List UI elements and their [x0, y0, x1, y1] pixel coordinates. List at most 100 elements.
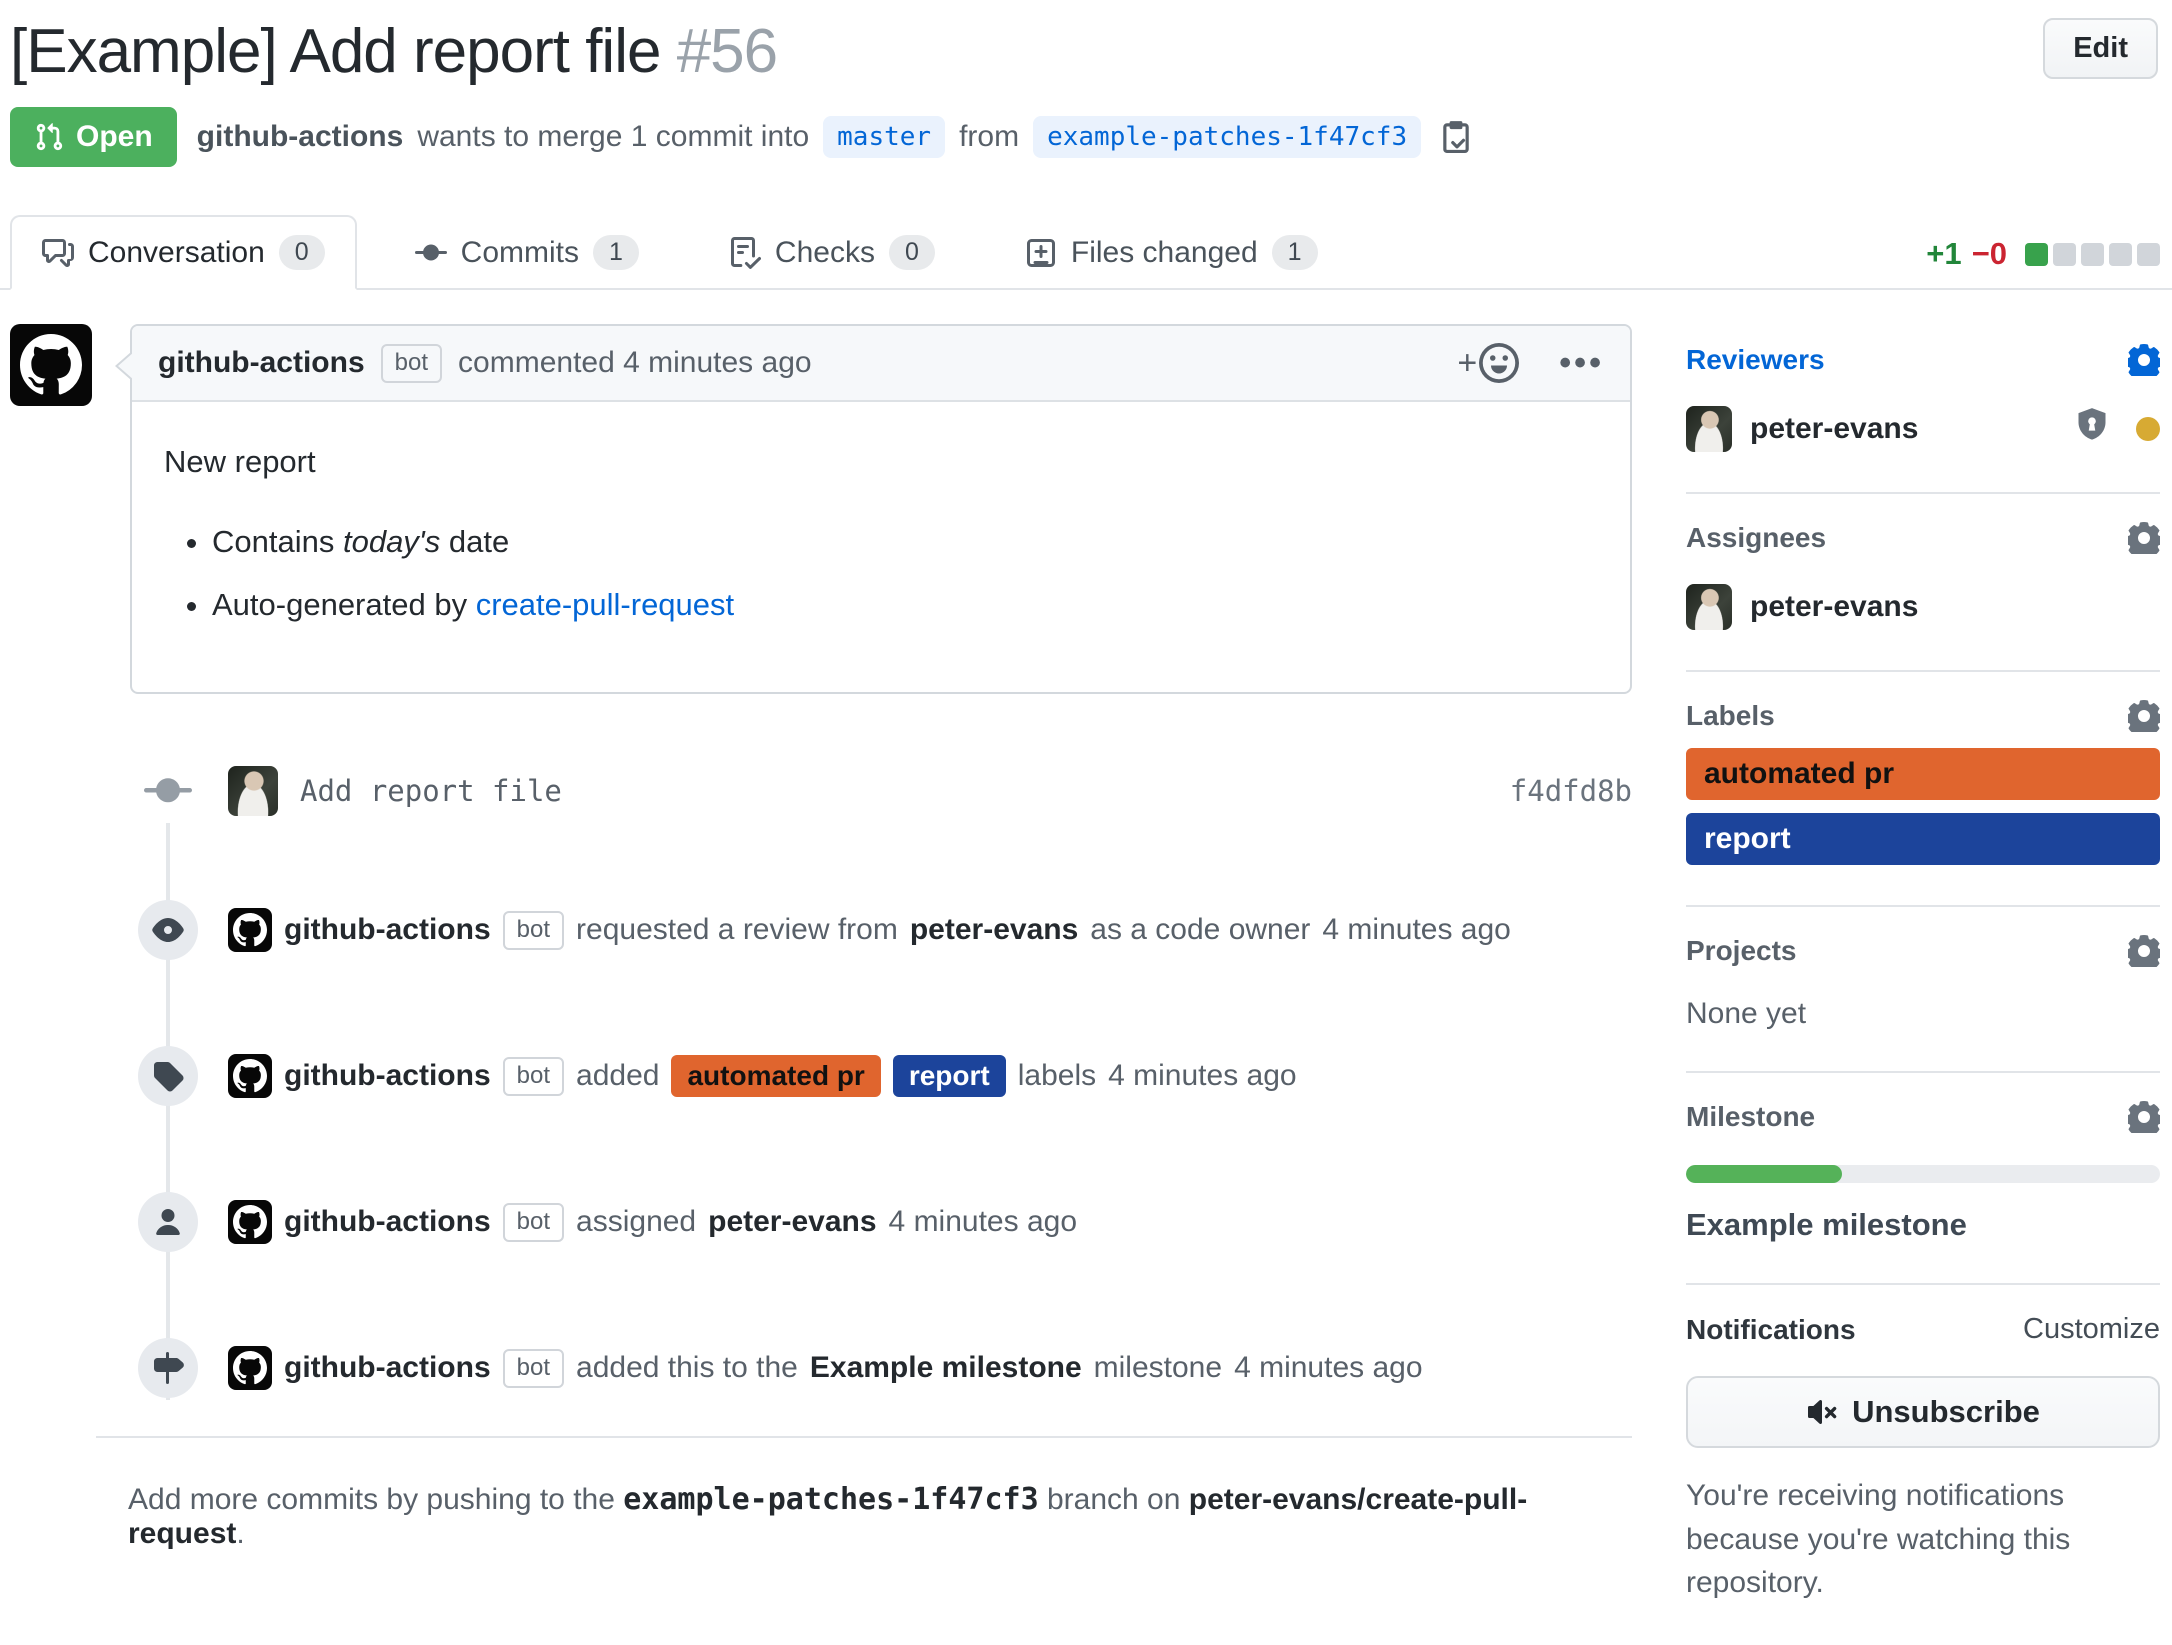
bot-badge: bot	[503, 1349, 564, 1388]
assignees-gear-button[interactable]	[2128, 522, 2160, 554]
diff-block-neutral	[2109, 243, 2132, 266]
sidebar-section-notifications: Notifications Customize Unsubscribe You'…	[1686, 1285, 2160, 1645]
event-milestone[interactable]: Example milestone	[810, 1351, 1082, 1385]
reviewer-status	[2074, 407, 2160, 451]
commit-message[interactable]: Add report file	[300, 774, 562, 808]
tab-files-changed[interactable]: Files changed 1	[993, 215, 1350, 290]
milestone-heading-row: Milestone	[1686, 1101, 2160, 1133]
tab-count-badge: 1	[1272, 235, 1318, 270]
add-reaction-button[interactable]: +	[1457, 343, 1519, 383]
tab-label: Commits	[461, 236, 579, 270]
event-user[interactable]: peter-evans	[708, 1205, 876, 1239]
file-diff-icon	[1025, 237, 1057, 269]
bullet-text: Contains	[212, 524, 343, 559]
customize-link[interactable]: Customize	[2023, 1313, 2160, 1346]
timeline-event-milestoned: github-actions bot added this to the Exa…	[10, 1336, 1632, 1400]
event-text: as a code owner	[1090, 913, 1310, 947]
milestone-gear-button[interactable]	[2128, 1101, 2160, 1133]
event-time[interactable]: 4 minutes ago	[1108, 1059, 1296, 1093]
sidebar: Reviewers peter-evans Assignees	[1686, 324, 2160, 1645]
labels-list: automated pr report	[1686, 748, 2160, 865]
event-user[interactable]: peter-evans	[910, 913, 1078, 947]
edit-button[interactable]: Edit	[2043, 18, 2158, 79]
tab-checks[interactable]: Checks 0	[697, 215, 967, 290]
sidebar-section-assignees: Assignees peter-evans	[1686, 494, 2160, 672]
eye-icon	[138, 900, 198, 960]
avatar[interactable]	[10, 324, 92, 406]
comment-author[interactable]: github-actions	[158, 346, 365, 380]
assignee-name[interactable]: peter-evans	[1750, 590, 1918, 624]
add-commits-hint: Add more commits by pushing to the examp…	[128, 1482, 1632, 1551]
event-actor[interactable]: github-actions	[284, 1351, 491, 1385]
avatar[interactable]	[228, 1200, 272, 1244]
tag-icon	[138, 1046, 198, 1106]
avatar[interactable]	[228, 908, 272, 952]
bullet-text: Auto-generated by	[212, 587, 476, 622]
sidebar-section-labels: Labels automated pr report	[1686, 672, 2160, 907]
timeline-event-assigned: github-actions bot assigned peter-evans …	[10, 1190, 1632, 1254]
labels-gear-button[interactable]	[2128, 700, 2160, 732]
label-report[interactable]: report	[893, 1055, 1006, 1097]
event-actor[interactable]: github-actions	[284, 1205, 491, 1239]
tab-conversation[interactable]: Conversation 0	[10, 215, 357, 290]
event-time[interactable]: 4 minutes ago	[1234, 1351, 1422, 1385]
avatar[interactable]	[1686, 406, 1732, 452]
commit-sha[interactable]: f4dfd8b	[1510, 774, 1632, 808]
event-text: added	[576, 1059, 659, 1093]
github-octocat-icon	[20, 334, 82, 396]
checklist-icon	[729, 237, 761, 269]
copy-branch-button[interactable]	[1439, 119, 1473, 156]
label-automated-pr[interactable]: automated pr	[671, 1055, 880, 1097]
reviewers-gear-button[interactable]	[2128, 344, 2160, 376]
smiley-icon	[1479, 343, 1519, 383]
unsubscribe-button[interactable]: Unsubscribe	[1686, 1376, 2160, 1448]
tab-commits[interactable]: Commits 1	[383, 215, 671, 290]
event-actor[interactable]: github-actions	[284, 1059, 491, 1093]
bot-badge: bot	[503, 1203, 564, 1242]
avatar[interactable]	[228, 766, 278, 816]
github-octocat-icon	[233, 1205, 267, 1239]
pr-meta-row: Open github-actions wants to merge 1 com…	[10, 107, 2160, 167]
bot-badge: bot	[381, 344, 442, 383]
milestone-name[interactable]: Example milestone	[1686, 1207, 2160, 1243]
milestone-icon	[138, 1338, 198, 1398]
hint-text: branch on	[1039, 1483, 1189, 1516]
diff-block-neutral	[2053, 243, 2076, 266]
comment-body: New report Contains today's date Auto-ge…	[132, 402, 1630, 692]
event-time[interactable]: 4 minutes ago	[1322, 913, 1510, 947]
comment-action-text: commented 4 minutes ago	[458, 346, 812, 380]
event-time[interactable]: 4 minutes ago	[889, 1205, 1077, 1239]
kebab-menu-button[interactable]: •••	[1559, 344, 1604, 383]
pr-author[interactable]: github-actions	[197, 120, 404, 154]
assignees-heading-row: Assignees	[1686, 522, 2160, 554]
event-text: requested a review from	[576, 913, 898, 947]
sidebar-section-reviewers: Reviewers peter-evans	[1686, 338, 2160, 494]
status-badge-label: Open	[76, 120, 153, 154]
bullet-emphasis: today's	[343, 524, 440, 559]
shield-lock-icon	[2074, 407, 2110, 451]
merge-text: wants to merge 1 commit into	[417, 120, 809, 154]
diff-stats[interactable]: +1 −0	[1926, 236, 2160, 288]
create-pull-request-link[interactable]: create-pull-request	[476, 587, 734, 622]
tab-count-badge: 0	[889, 235, 935, 270]
comment-text: New report	[164, 440, 1598, 483]
bot-badge: bot	[503, 911, 564, 950]
avatar[interactable]	[1686, 584, 1732, 630]
gear-icon	[2128, 700, 2160, 732]
event-actor[interactable]: github-actions	[284, 913, 491, 947]
reviewer-name[interactable]: peter-evans	[1750, 412, 1918, 446]
base-branch-label[interactable]: master	[823, 116, 945, 158]
avatar[interactable]	[228, 1054, 272, 1098]
label-report[interactable]: report	[1686, 813, 2160, 865]
comment-header: github-actions bot commented 4 minutes a…	[132, 326, 1630, 402]
reviewer-row: peter-evans	[1686, 406, 2160, 452]
diff-block-neutral	[2137, 243, 2160, 266]
reviewers-heading[interactable]: Reviewers	[1686, 344, 1825, 376]
unsubscribe-label: Unsubscribe	[1852, 1394, 2040, 1430]
avatar[interactable]	[228, 1346, 272, 1390]
milestone-progress-bar	[1686, 1165, 2160, 1183]
projects-gear-button[interactable]	[2128, 935, 2160, 967]
label-automated-pr[interactable]: automated pr	[1686, 748, 2160, 800]
diff-block-added	[2025, 243, 2048, 266]
head-branch-label[interactable]: example-patches-1f47cf3	[1033, 116, 1421, 158]
